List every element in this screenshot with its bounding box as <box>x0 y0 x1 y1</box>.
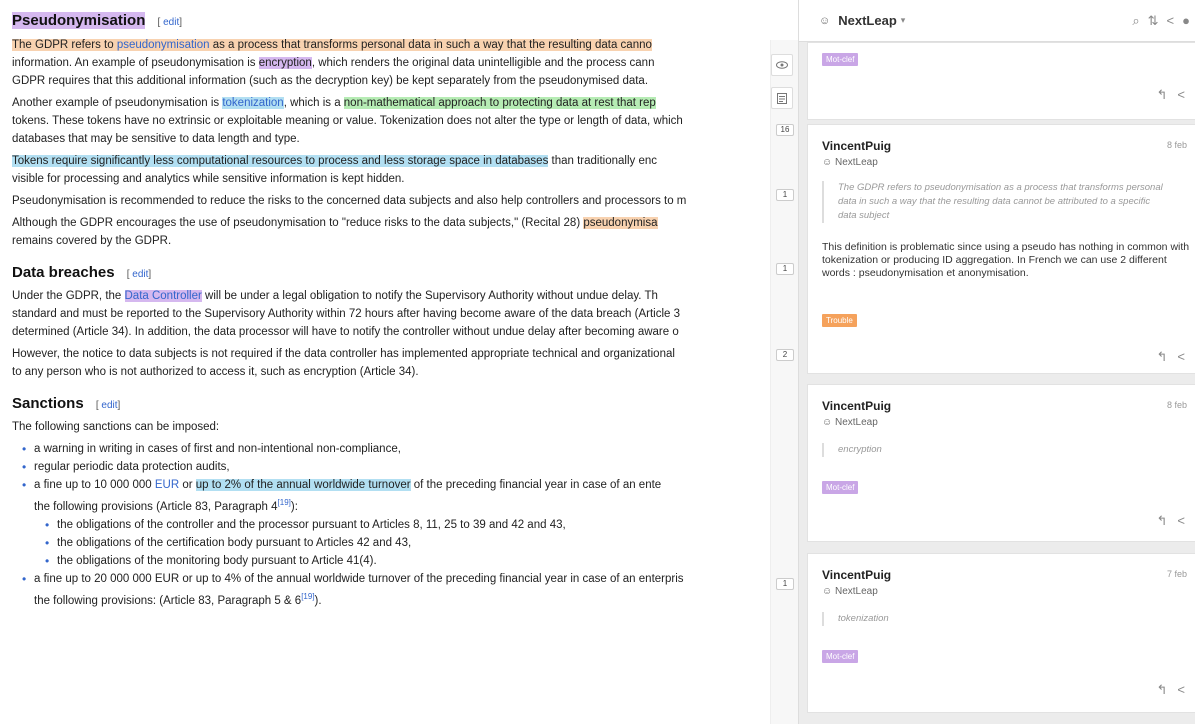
link-pseudonymisation[interactable]: pseudonymisation <box>117 39 210 51</box>
annotation-user[interactable]: VincentPuig <box>822 399 891 413</box>
list-item: the obligations of the controller and th… <box>12 516 795 534</box>
edit-link[interactable]: [ edit] <box>158 17 182 28</box>
paragraph: Tokens require significantly less comput… <box>12 155 658 185</box>
article: Pseudonymisation [ edit] The GDPR refers… <box>0 0 795 724</box>
annotation-count-badge[interactable]: 1 <box>776 189 794 201</box>
share-icon[interactable]: < <box>1177 349 1185 365</box>
section-heading-pseudonymisation: Pseudonymisation [ edit] <box>12 12 182 29</box>
annotation-count-badge[interactable]: 2 <box>776 349 794 361</box>
list-item: the obligations of the monitoring body p… <box>12 552 795 570</box>
share-icon[interactable]: < <box>1177 87 1185 103</box>
section-heading-data-breaches: Data breaches [ edit] <box>12 264 152 281</box>
highlight-blue[interactable]: up to 2% of the annual worldwide turnove… <box>195 479 411 491</box>
reply-icon[interactable]: ↰ <box>1157 513 1168 529</box>
reference-link[interactable]: [19] <box>278 498 291 507</box>
paragraph: The following sanctions can be imposed: <box>12 421 220 433</box>
annotation-sidebar: › ☺ NextLeap ▾ ⌕ ⇅ < ● Mot-clef ↰ < Vince… <box>798 0 1195 724</box>
highlight-encryption[interactable]: encryption <box>258 57 312 69</box>
list-item: a warning in writing in cases of first a… <box>12 440 795 458</box>
annotation-gutter <box>770 40 798 724</box>
paragraph: Although the GDPR encourages the use of … <box>12 217 658 247</box>
reply-icon[interactable]: ↰ <box>1157 87 1168 103</box>
annotation-card[interactable]: Mot-clef ↰ < <box>807 42 1195 120</box>
annotation-date[interactable]: 8 feb <box>1167 400 1187 410</box>
group-selector[interactable]: ☺ NextLeap ▾ <box>819 13 905 28</box>
tag[interactable]: Mot-clef <box>822 481 859 494</box>
tag[interactable]: Mot-clef <box>822 650 859 663</box>
share-icon[interactable]: < <box>1177 513 1185 529</box>
highlight-orange[interactable]: pseudonymisa <box>583 217 658 229</box>
reference-link[interactable]: [19] <box>301 592 314 601</box>
sanctions-list: a warning in writing in cases of first a… <box>12 440 795 610</box>
link-tokenization[interactable]: tokenization <box>222 97 284 109</box>
chevron-down-icon: ▾ <box>900 15 906 25</box>
edit-link[interactable]: [ edit] <box>96 400 120 411</box>
group-icon: ☺ <box>822 586 835 597</box>
highlight-blue[interactable]: Tokens require significantly less comput… <box>12 155 549 167</box>
list-item: regular periodic data protection audits, <box>12 458 795 476</box>
eye-icon[interactable] <box>771 54 793 76</box>
reply-icon[interactable]: ↰ <box>1157 682 1168 698</box>
reply-icon[interactable]: ↰ <box>1157 349 1168 365</box>
share-icon[interactable]: < <box>1167 13 1175 29</box>
annotation-group: ☺ NextLeap <box>822 417 878 428</box>
section-heading-sanctions: Sanctions [ edit] <box>12 395 121 412</box>
annotation-card[interactable]: VincentPuig 8 feb ☺ NextLeap The GDPR re… <box>807 124 1195 374</box>
list-item: a fine up to 10 000 000 EUR or up to 2% … <box>12 476 795 516</box>
paragraph: Pseudonymisation is recommended to reduc… <box>12 195 687 207</box>
annotation-body: This definition is problematic since usi… <box>822 241 1190 279</box>
sidebar-toolbar: › ☺ NextLeap ▾ ⌕ ⇅ < ● <box>799 0 1195 42</box>
annotation-count-badge[interactable]: 1 <box>776 263 794 275</box>
highlight-green[interactable]: non-mathematical approach to protecting … <box>343 97 656 109</box>
annotation-quote: encryption <box>822 443 882 457</box>
annotation-user[interactable]: VincentPuig <box>822 568 891 582</box>
annotation-date[interactable]: 8 feb <box>1167 140 1187 150</box>
list-item: the obligations of the certification bod… <box>12 534 795 552</box>
paragraph: The GDPR refers to pseudonymisation as a… <box>12 39 655 87</box>
annotation-quote: The GDPR refers to pseudonymisation as a… <box>822 181 1167 223</box>
group-icon: ☺ <box>822 417 835 428</box>
list-item: a fine up to 20 000 000 EUR or up to 4% … <box>12 570 795 610</box>
search-icon[interactable]: ⌕ <box>1132 13 1139 29</box>
annotation-card[interactable]: VincentPuig 8 feb ☺ NextLeap encryption … <box>807 384 1195 542</box>
annotation-count-badge[interactable]: 16 <box>776 124 794 136</box>
annotation-card[interactable]: VincentPuig 7 feb ☺ NextLeap tokenizatio… <box>807 553 1195 713</box>
annotation-date[interactable]: 7 feb <box>1167 569 1187 579</box>
edit-link[interactable]: [ edit] <box>127 269 151 280</box>
annotation-quote: tokenization <box>822 612 889 626</box>
link-eur[interactable]: EUR <box>155 479 179 491</box>
link-data-controller[interactable]: Data Controller <box>124 290 202 302</box>
share-icon[interactable]: < <box>1177 682 1185 698</box>
sort-icon[interactable]: ⇅ <box>1148 13 1159 29</box>
annotation-group: ☺ NextLeap <box>822 157 878 168</box>
annotation-group: ☺ NextLeap <box>822 586 878 597</box>
group-icon: ☺ <box>822 157 835 168</box>
tag[interactable]: Trouble <box>822 314 857 327</box>
annotation-user[interactable]: VincentPuig <box>822 139 891 153</box>
user-icon[interactable]: ● <box>1182 13 1190 29</box>
note-icon[interactable] <box>771 87 793 109</box>
annotation-count-badge[interactable]: 1 <box>776 578 794 590</box>
paragraph: However, the notice to data subjects is … <box>12 348 675 378</box>
paragraph: Under the GDPR, the Data Controller will… <box>12 290 681 338</box>
collapse-sidebar-icon[interactable]: › <box>798 13 799 28</box>
paragraph: Another example of pseudonymisation is t… <box>12 97 683 145</box>
group-icon: ☺ <box>819 14 831 27</box>
tag[interactable]: Mot-clef <box>822 53 859 66</box>
